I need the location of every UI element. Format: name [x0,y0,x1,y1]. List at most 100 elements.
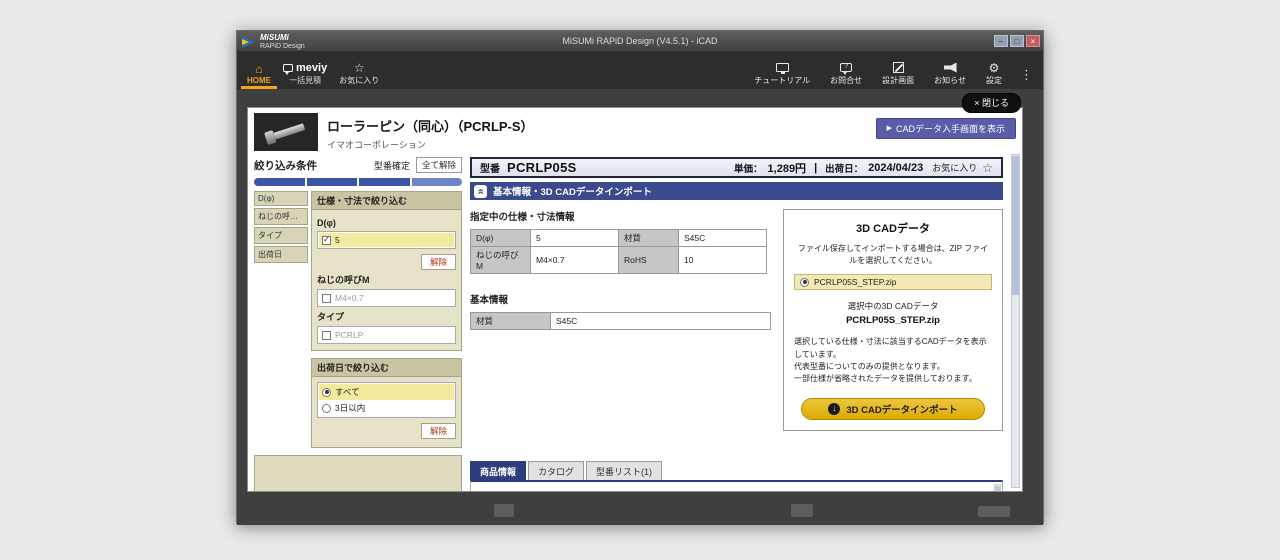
spec-cell-value: 5 [531,230,619,247]
checkbox-unchecked-icon[interactable] [322,294,331,303]
meviy-sublabel: 一括見積 [289,75,321,86]
nav-settings-label: 設定 [986,75,1002,86]
favorite-star-icon[interactable]: ☆ [982,162,993,174]
cad-note-line: 一部仕様が省略されたデータを提供しております。 [794,373,992,385]
window-titlebar: MiSUMi RAPiD Design (V4.5.1) - iCAD – □ … [237,31,1043,51]
cad-notes: 選択している仕様・寸法に該当するCADデータを表示しています。 代表型番について… [794,336,992,386]
option-dphi-5[interactable]: ✓ 5 [319,233,454,247]
nav-favorites-label: お気に入り [339,75,379,86]
basic-info-section-header[interactable]: « 基本情報・3D CADデータインポート [470,182,1003,200]
nav-meviy[interactable]: meviy 一括見積 [277,51,333,89]
option-ship-3days[interactable]: 3日以内 [319,400,454,416]
cad-panel-description: ファイル保存してインポートする場合は、ZIP ファイルを選択してください。 [794,243,992,266]
nav-contact[interactable]: お問合せ [824,51,868,89]
table-row: D(φ) 5 材質 S45C [471,230,767,247]
part-number-bar: 型番 PCRLP05S 単価： 1,289円 | 出荷日： 2024/04/23… [470,157,1003,178]
overlay-backdrop: × 閉じる ローラーピン（同心）（PCRLP-S） イマオコーポレーション ▶ … [237,89,1043,525]
part-number-value: PCRLP05S [507,160,577,175]
radio-unselected-icon[interactable] [322,404,331,413]
option-dphi-5-label: 5 [335,235,340,245]
background-window-fragment [978,506,1010,517]
minimize-button[interactable]: – [994,35,1008,47]
nav-tutorial[interactable]: チュートリアル [748,51,816,89]
cad-import-button[interactable]: ↓ 3D CADデータインポート [801,398,985,420]
price-label: 単価： [734,161,763,175]
basic-info-title: 基本情報 [470,292,771,306]
background-window-fragment [494,504,514,517]
design-pencil-icon [893,62,904,73]
radio-selected-icon [800,278,809,287]
logo-brand: MiSUMi [260,34,305,43]
more-menu-icon[interactable]: ⋮ [1016,51,1037,89]
spec-cell-value: S45C [679,230,767,247]
filter-nav: D(φ) ねじの呼… タイプ 出荷日 [254,191,308,263]
filter-empty-area [254,455,462,492]
selected-cad-file: PCRLP05S_STEP.zip [794,315,992,326]
basic-cell-value: S45C [551,313,771,330]
type-group-label: タイプ [317,310,456,323]
spec-cell-header: D(φ) [471,230,531,247]
panel-scrollbar-thumb[interactable] [1012,156,1019,295]
clear-spec-button[interactable]: 解除 [421,254,456,270]
drawing-scrollbar[interactable] [994,484,1001,492]
main-navbar: ⌂ HOME meviy 一括見積 ☆ お気に入り チュートリアル お問合せ [237,51,1043,89]
cad-data-panel: 3D CADデータ ファイル保存してインポートする場合は、ZIP ファイルを選択… [783,209,1003,431]
window-close-button[interactable]: × [1026,35,1040,47]
filter-title: 絞り込み条件 [254,158,317,173]
cad-note-line: 代表型番についてのみの提供となります。 [794,361,992,373]
maximize-button[interactable]: □ [1010,35,1024,47]
spec-cell-header: RoHS [619,247,679,274]
radio-selected-icon[interactable] [322,388,331,397]
spec-table: D(φ) 5 材質 S45C ねじの呼びM M4×0.7 RoHS 10 [470,229,767,274]
zip-file-option[interactable]: PCRLP05S_STEP.zip [794,274,992,290]
tab-part-list[interactable]: 型番リスト(1) [586,461,662,480]
cad-note-line: 選択している仕様・寸法に該当するCADデータを表示しています。 [794,336,992,361]
part-confirm-label[interactable]: 型番確定 [374,159,410,172]
price-value: 1,289円 [768,160,807,176]
option-type-pcrlp[interactable]: PCRLP [319,328,454,342]
tab-catalog[interactable]: カタログ [528,461,584,480]
nav-contact-label: お問合せ [830,75,862,86]
nav-news-label: お知らせ [934,75,966,86]
cad-import-button-label: 3D CADデータインポート [846,402,957,416]
ship-date-value: 2024/04/23 [868,162,923,174]
detail-tabs: 商品情報 カタログ 型番リスト(1) [470,461,1003,480]
cad-screen-button[interactable]: ▶ CADデータ入手画面を表示 [876,118,1016,139]
tab-product-info[interactable]: 商品情報 [470,461,526,480]
clear-ship-button[interactable]: 解除 [421,423,456,439]
filter-nav-type[interactable]: タイプ [254,227,308,244]
ship-filter-header: 出荷日で絞り込む [311,358,462,377]
basic-info-table: 材質 S45C [470,312,771,330]
cad-screen-button-label: CADデータ入手画面を表示 [896,122,1005,135]
nav-favorites[interactable]: ☆ お気に入り [333,51,385,89]
checkbox-unchecked-icon[interactable] [322,331,331,340]
spec-filter-header: 仕様・寸法で絞り込む [311,191,462,210]
zip-file-option-label: PCRLP05S_STEP.zip [814,277,897,287]
option-type-pcrlp-label: PCRLP [335,330,363,340]
nav-design-screen[interactable]: 設計画面 [876,51,920,89]
ship-date-label: 出荷日： [825,161,863,175]
option-ship-all[interactable]: すべて [319,384,454,400]
checkbox-checked-icon[interactable]: ✓ [322,236,331,245]
app-window: MiSUMi RAPiD Design MiSUMi RAPiD Design … [236,30,1044,524]
filter-nav-shipdate[interactable]: 出荷日 [254,246,308,263]
meviy-label: meviy [296,62,327,74]
nav-news[interactable]: お知らせ [928,51,972,89]
drawing-scrollbar-thumb[interactable] [995,486,1000,492]
panel-scrollbar[interactable] [1011,154,1020,488]
collapse-chevron-icon[interactable]: « [474,185,487,198]
filter-nav-screw[interactable]: ねじの呼… [254,208,308,225]
spec-cell-header: 材質 [619,230,679,247]
logo-product: RAPiD Design [260,43,305,51]
product-header: ローラーピン（同心）（PCRLP-S） イマオコーポレーション ▶ CADデータ… [254,113,1016,155]
app-logo: MiSUMi RAPiD Design [242,34,305,50]
filter-sidebar: 絞り込み条件 型番確定 全て解除 D(φ) ねじの呼… タイプ 出荷日 [254,157,462,492]
overlay-close-button[interactable]: × 閉じる [962,93,1021,113]
option-screw-m4[interactable]: M4×0.7 [319,291,454,305]
clear-all-button[interactable]: 全て解除 [416,157,462,173]
filter-nav-dphi[interactable]: D(φ) [254,191,308,206]
misumi-logo-icon [242,35,256,49]
nav-design-label: 設計画面 [882,75,914,86]
nav-settings[interactable]: ⚙ 設定 [980,51,1008,89]
nav-home[interactable]: ⌂ HOME [241,51,277,89]
